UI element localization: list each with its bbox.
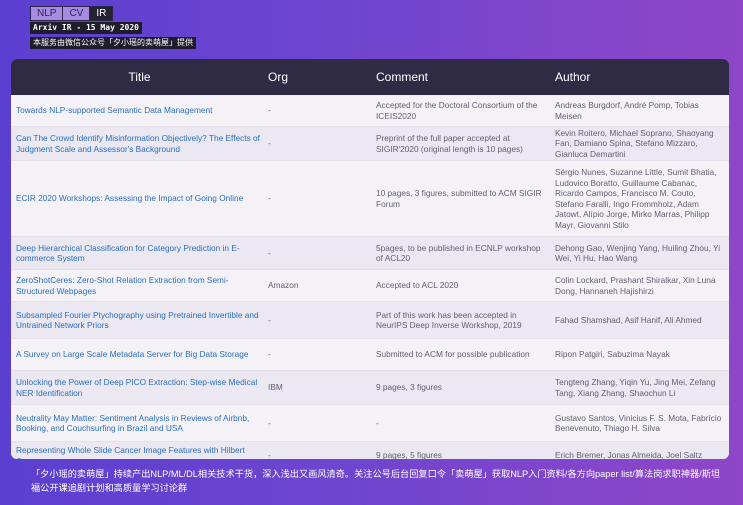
table-row: Can The Crowd Identify Misinformation Ob… bbox=[11, 127, 729, 161]
paper-authors: Gustavo Santos, Vinicius F. S. Mota, Fab… bbox=[555, 412, 722, 434]
papers-table: Title Org Comment Author Towards NLP-sup… bbox=[11, 59, 729, 459]
paper-authors: Kevin Roitero, Michael Soprano, Shaoyang… bbox=[555, 127, 714, 159]
table-row: Unlocking the Power of Deep PICO Extract… bbox=[11, 371, 729, 405]
tab-ir[interactable]: IR bbox=[89, 6, 114, 21]
paper-comment: - bbox=[376, 417, 379, 428]
paper-org: - bbox=[268, 138, 271, 149]
table-row: A Survey on Large Scale Metadata Server … bbox=[11, 339, 729, 371]
paper-comment: Accepted for the Doctoral Consortium of … bbox=[376, 100, 538, 121]
table-row: Neutrality May Matter: Sentiment Analysi… bbox=[11, 405, 729, 442]
paper-title-link[interactable]: Neutrality May Matter: Sentiment Analysi… bbox=[11, 413, 268, 434]
column-header-author: Author bbox=[555, 70, 591, 84]
paper-title-link[interactable]: ZeroShotCeres: Zero-Shot Relation Extrac… bbox=[11, 275, 268, 296]
column-header-title: Title bbox=[128, 70, 151, 84]
column-header-comment: Comment bbox=[376, 70, 429, 84]
table-body: Towards NLP-supported Semantic Data Mana… bbox=[11, 95, 729, 459]
category-tabs: NLP CV IR bbox=[30, 6, 114, 21]
paper-authors: Fahad Shamshad, Asif Hanif, Ali Ahmed bbox=[555, 314, 702, 325]
paper-org: - bbox=[268, 450, 271, 459]
paper-title-link[interactable]: A Survey on Large Scale Metadata Server … bbox=[11, 349, 268, 360]
paper-authors: Andreas Burgdorf, André Pomp, Tobias Mei… bbox=[555, 100, 699, 121]
table-row: ECIR 2020 Workshops: Assessing the Impac… bbox=[11, 161, 729, 237]
paper-comment: Accepted to ACL 2020 bbox=[376, 280, 459, 291]
paper-authors: Dehong Gao, Wenjing Yang, Huiling Zhou, … bbox=[555, 242, 721, 264]
paper-org: - bbox=[268, 314, 271, 325]
date-label: Arxiv IR - 15 May 2020 bbox=[30, 22, 142, 34]
paper-title-link[interactable]: Can The Crowd Identify Misinformation Ob… bbox=[11, 133, 268, 154]
paper-org: - bbox=[268, 247, 271, 258]
paper-org: - bbox=[268, 417, 271, 428]
table-header: Title Org Comment Author bbox=[11, 59, 729, 95]
paper-authors: Colin Lockard, Prashant Shiralkar, Xin L… bbox=[555, 275, 716, 296]
credit-label: 本服务由微信公众号「夕小瑶的卖萌屋」提供 bbox=[30, 37, 196, 49]
paper-authors: Erich Bremer, Jonas Almeida, Joel Saltz bbox=[555, 450, 703, 459]
paper-org: - bbox=[268, 349, 271, 360]
table-row: ZeroShotCeres: Zero-Shot Relation Extrac… bbox=[11, 270, 729, 302]
paper-comment: 5pages, to be published in ECNLP worksho… bbox=[376, 242, 541, 264]
paper-org: - bbox=[268, 105, 271, 116]
tab-cv[interactable]: CV bbox=[62, 6, 91, 21]
paper-authors: Ripon Patgiri, Sabuzima Nayak bbox=[555, 349, 670, 360]
paper-comment: Preprint of the full paper accepted at S… bbox=[376, 133, 523, 154]
table-row: Representing Whole Slide Cancer Image Fe… bbox=[11, 442, 729, 459]
paper-authors: Tengteng Zhang, Yiqin Yu, Jing Mei, Zefa… bbox=[555, 377, 716, 398]
paper-org: IBM bbox=[268, 382, 283, 393]
paper-comment: Submitted to ACM for possible publicatio… bbox=[376, 349, 530, 360]
paper-comment: 10 pages, 3 figures, submitted to ACM SI… bbox=[376, 188, 542, 209]
paper-title-link[interactable]: Representing Whole Slide Cancer Image Fe… bbox=[11, 445, 268, 459]
paper-org: Amazon bbox=[268, 280, 299, 291]
paper-title-link[interactable]: Unlocking the Power of Deep PICO Extract… bbox=[11, 377, 268, 398]
paper-title-link[interactable]: Deep Hierarchical Classification for Cat… bbox=[11, 243, 268, 264]
column-header-org: Org bbox=[268, 70, 289, 84]
paper-title-link[interactable]: Towards NLP-supported Semantic Data Mana… bbox=[11, 105, 268, 116]
table-row: Towards NLP-supported Semantic Data Mana… bbox=[11, 95, 729, 127]
paper-authors: Sérgio Nunes, Suzanne Little, Sumit Bhat… bbox=[555, 167, 717, 230]
table-row: Deep Hierarchical Classification for Cat… bbox=[11, 237, 729, 270]
paper-comment: 9 pages, 3 figures bbox=[376, 382, 442, 393]
paper-comment: 9 pages, 5 figures bbox=[376, 450, 442, 459]
paper-title-link[interactable]: Subsampled Fourier Ptychography using Pr… bbox=[11, 310, 268, 331]
table-row: Subsampled Fourier Ptychography using Pr… bbox=[11, 302, 729, 339]
footer-promo-text: 「夕小瑶的卖萌屋」持续产出NLP/ML/DL相关技术干货，深入浅出又画风清奇。关… bbox=[31, 469, 721, 493]
paper-comment: Part of this work has been accepted in N… bbox=[376, 309, 522, 331]
paper-title-link[interactable]: ECIR 2020 Workshops: Assessing the Impac… bbox=[11, 193, 268, 204]
tab-nlp[interactable]: NLP bbox=[30, 6, 64, 21]
paper-org: - bbox=[268, 193, 271, 204]
